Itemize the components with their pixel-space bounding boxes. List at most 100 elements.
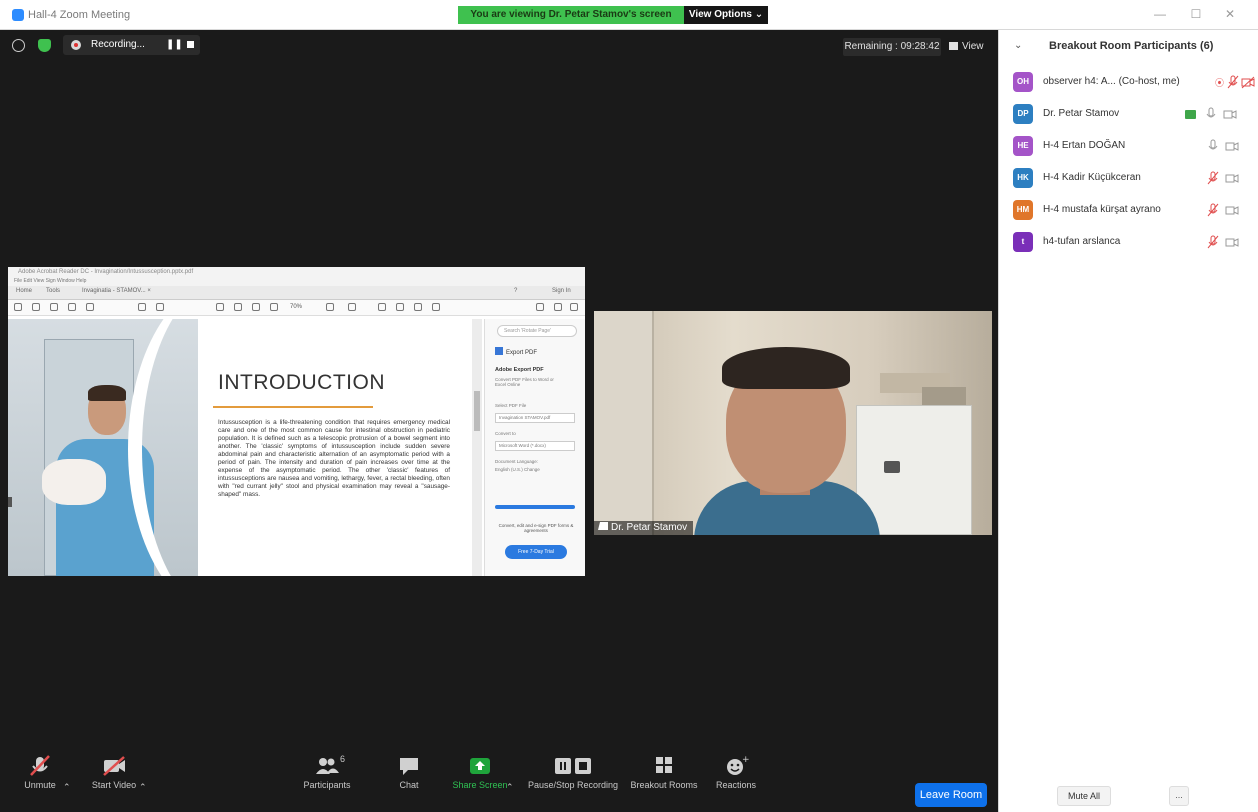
avatar: HK [1013,168,1033,188]
hand-tool-icon [234,303,242,311]
user-tool-icon [570,303,578,311]
breakout-rooms-button[interactable]: Breakout Rooms [628,754,700,790]
slide-body-text: Intussusception is a life-threatening co… [218,419,450,498]
stop-recording-icon[interactable] [187,41,194,48]
export-pdf-icon [495,347,503,355]
remaining-time: Remaining : 09:28:42 [843,38,941,56]
panel-title: Breakout Room Participants (6) [1049,40,1214,52]
window-titlebar: Hall-4 Zoom Meeting You are viewing Dr. … [0,0,1258,30]
participants-icon: 6 [314,754,345,778]
participant-row[interactable]: HM H-4 mustafa kürşat ayrano [999,196,1258,224]
slide-divider [213,406,373,408]
share-screen-icon [467,754,493,778]
video-participant-name: Dr. Petar Stamov [594,521,694,535]
participant-row[interactable]: HK H-4 Kadir Küçükceran [999,164,1258,192]
camera-device-icon [884,461,900,473]
chat-label: Chat [399,780,419,790]
more-options-button[interactable]: ... [1169,786,1189,806]
participant-row[interactable]: HE H-4 Ertan DOĞAN [999,132,1258,160]
reactions-button[interactable]: + Reactions [712,754,760,790]
mic-icon [1207,139,1219,156]
pdf-zoom-level: 70% [290,304,303,310]
view-options-button[interactable]: View Options ⌄ [684,6,768,24]
svg-text:+: + [742,755,749,765]
save-tool-icon [14,303,22,311]
screen-sharing-icon [1185,110,1196,122]
grid-icon [949,42,958,50]
fit-tool-icon [326,303,334,311]
participants-panel: ⌄ Breakout Room Participants (6) OH obse… [998,30,1258,812]
pdf-help-icon: ? [514,288,518,294]
participant-video-tile[interactable]: Dr. Petar Stamov [594,311,992,535]
convert-to-field: Microsoft Word (*.docx) [495,441,575,451]
video-icon [1225,171,1239,188]
pdf-search-field: Search 'Rotate Page' [497,325,577,337]
meeting-top-strip: Recording... ❚❚ Remaining : 09:28:42 Vie… [0,30,998,60]
leave-room-button[interactable]: Leave Room [915,783,987,807]
video-options-caret[interactable]: ⌃ [139,782,147,793]
doctor-photo [8,319,198,576]
shared-screen: Adobe Acrobat Reader DC - Invagination/I… [8,267,585,576]
upload-tool-icon [50,303,58,311]
print-tool-icon [68,303,76,311]
collapse-panel-icon[interactable]: ⌄ [1014,40,1022,51]
info-icon[interactable] [12,39,25,52]
page-up-tool-icon [138,303,146,311]
slide-title: INTRODUCTION [218,371,385,394]
pdf-tab-home: Home [16,288,33,294]
share-options-caret[interactable]: ⌃ [506,782,514,793]
participants-button[interactable]: 6 Participants [300,754,354,790]
start-video-button[interactable]: Start Video [88,754,140,790]
security-shield-icon[interactable] [38,39,51,52]
video-icon [1223,107,1237,124]
video-off-icon [101,754,127,778]
chat-button[interactable]: Chat [392,754,426,790]
pause-stop-recording-button[interactable]: Pause/Stop Recording [524,754,622,790]
muted-mic-icon [1227,75,1239,92]
close-button[interactable]: ✕ [1220,7,1240,21]
reactions-icon: + [723,754,750,778]
share-screen-button[interactable]: Share Screen [450,754,510,790]
muted-mic-icon [1207,203,1219,220]
adobe-export-title: Adobe Export PDF [495,367,544,373]
convert-to-label: Convert to [495,431,516,436]
audio-options-caret[interactable]: ⌃ [63,782,71,793]
mute-all-button[interactable]: Mute All [1057,786,1111,806]
cursor-tool-icon [216,303,224,311]
avatar: OH [1013,72,1033,92]
convert-progress-bar [495,505,575,509]
video-icon [1225,235,1239,252]
highlight-tool-icon [378,303,386,311]
pdf-tab-tools: Tools [46,288,61,294]
pause-recording-icon[interactable]: ❚❚ [166,39,183,50]
participant-name: H-4 Kadir Küçükceran [1043,172,1141,183]
document-language-label: Document Language: [495,459,539,464]
video-off-icon [1241,75,1255,92]
mail-tool-icon [554,303,562,311]
minimize-button[interactable]: — [1150,7,1170,21]
bookmark-tool-icon [32,303,40,311]
chat-icon [396,754,422,778]
pause-stop-recording-icon [553,754,593,778]
maximize-button[interactable]: ☐ [1186,7,1206,21]
unmute-button[interactable]: Unmute [18,754,62,790]
recording-dot-icon [71,40,81,50]
pdf-menubar: File Edit View Sign Window Help [8,277,585,286]
muted-mic-icon [1207,235,1219,252]
zoom-out-tool-icon [252,303,260,311]
participant-row[interactable]: OH observer h4: A... (Co-host, me) ⦿ [999,68,1258,96]
pdf-scrollbar [472,319,482,576]
participant-row[interactable]: DP Dr. Petar Stamov [999,100,1258,128]
meeting-area: Recording... ❚❚ Remaining : 09:28:42 Vie… [0,30,998,812]
adobe-promo-note: Convert, edit and e-sign PDF forms & agr… [498,523,574,533]
sign-tool-icon [414,303,422,311]
avatar: DP [1013,104,1033,124]
participant-row[interactable]: t h4-tufan arslanca [999,228,1258,256]
breakout-rooms-icon [651,754,677,778]
pdf-sign-in: Sign In [552,288,571,294]
view-layout-button[interactable]: View [949,38,984,56]
panel-header: ⌄ Breakout Room Participants (6) [999,30,1258,64]
avatar: HE [1013,136,1033,156]
pdf-slide: INTRODUCTION Intussusception is a life-t… [8,319,472,576]
meeting-toolbar: Unmute ⌃ Start Video ⌃ 6 Participants Ch… [0,748,998,812]
